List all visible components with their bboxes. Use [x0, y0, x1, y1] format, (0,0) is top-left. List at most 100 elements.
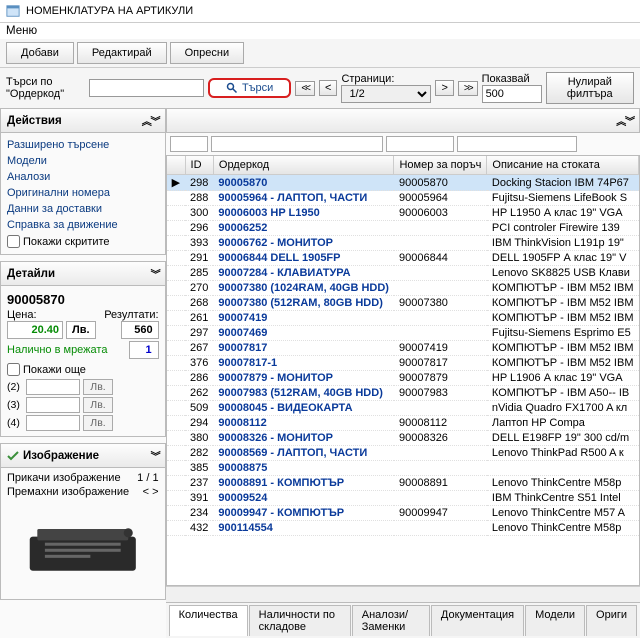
cell-ordercode[interactable]: 90007284 - КЛАВИАТУРА — [213, 266, 394, 281]
row-selector[interactable] — [167, 401, 185, 416]
cell-ordercode[interactable]: 90007380 (512RAM, 80GB HDD) — [213, 296, 394, 311]
table-row[interactable]: 50990008045 - ВИДЕОКАРТАnVidia Quadro FX… — [167, 401, 639, 416]
row-selector[interactable] — [167, 341, 185, 356]
prev-page-button[interactable]: < — [319, 80, 337, 96]
edit-button[interactable]: Редактирай — [77, 42, 167, 64]
cell-ordercode[interactable]: 90008875 — [213, 461, 394, 476]
filter-id-input[interactable] — [170, 136, 208, 152]
column-header[interactable]: ID — [185, 156, 213, 175]
show-input[interactable] — [482, 85, 542, 103]
cell-ordercode[interactable]: 90009524 — [213, 491, 394, 506]
row-selector[interactable] — [167, 236, 185, 251]
cell-ordercode[interactable]: 90005964 - ЛАПТОП, ЧАСТИ — [213, 191, 394, 206]
action-item[interactable]: Разширено търсене — [7, 137, 159, 153]
row-selector[interactable] — [167, 446, 185, 461]
cell-ordercode[interactable]: 90009947 - КОМПЮТЪР — [213, 506, 394, 521]
items-grid[interactable]: IDОрдеркодНомер за поръчОписание на сток… — [166, 155, 640, 586]
table-row[interactable]: 29190006844 DELL 1905FP90006844DELL 1905… — [167, 251, 639, 266]
cell-ordercode[interactable]: 90006844 DELL 1905FP — [213, 251, 394, 266]
last-page-button[interactable]: >> — [458, 81, 478, 96]
first-page-button[interactable]: << — [295, 81, 315, 96]
search-input[interactable] — [89, 79, 204, 97]
column-header[interactable]: Описание на стоката — [487, 156, 639, 175]
image-nav[interactable]: < > — [143, 486, 159, 498]
table-row[interactable]: 23790008891 - КОМПЮТЪР90008891Lenovo Thi… — [167, 476, 639, 491]
row-selector[interactable] — [167, 191, 185, 206]
table-row[interactable]: 28890005964 - ЛАПТОП, ЧАСТИ90005964Fujit… — [167, 191, 639, 206]
cell-ordercode[interactable]: 90007380 (1024RAM, 40GB HDD) — [213, 281, 394, 296]
row-selector[interactable]: ▶ — [167, 175, 185, 191]
row-selector[interactable] — [167, 491, 185, 506]
row-selector[interactable] — [167, 311, 185, 326]
table-row[interactable]: 26190007419КОМПЮТЪР - IBM M52 IBM — [167, 311, 639, 326]
table-row[interactable]: 37690007817-190007817КОМПЮТЪР - IBM M52 … — [167, 356, 639, 371]
refresh-button[interactable]: Опресни — [170, 42, 244, 64]
cell-ordercode[interactable]: 900114554 — [213, 521, 394, 536]
actions-header[interactable]: Действия ︽ ︾ — [0, 108, 166, 133]
cell-ordercode[interactable]: 90007469 — [213, 326, 394, 341]
row-selector[interactable] — [167, 386, 185, 401]
table-row[interactable]: 27090007380 (1024RAM, 40GB HDD)КОМПЮТЪР … — [167, 281, 639, 296]
row-selector[interactable] — [167, 221, 185, 236]
table-row[interactable]: 28590007284 - КЛАВИАТУРАLenovo SK8825 US… — [167, 266, 639, 281]
row-selector[interactable] — [167, 506, 185, 521]
table-row[interactable]: ▶2989000587090005870Docking Stacion IBM … — [167, 175, 639, 191]
details-header[interactable]: Детайли ︾ — [0, 261, 166, 286]
cell-ordercode[interactable]: 90008891 - КОМПЮТЪР — [213, 476, 394, 491]
cell-ordercode[interactable]: 90007817 — [213, 341, 394, 356]
extra-price-input[interactable] — [26, 397, 80, 413]
row-selector[interactable] — [167, 461, 185, 476]
cell-ordercode[interactable]: 90008569 - ЛАПТОП, ЧАСТИ — [213, 446, 394, 461]
row-selector[interactable] — [167, 281, 185, 296]
menu-root[interactable]: Меню — [6, 25, 37, 37]
cell-ordercode[interactable]: 90007817-1 — [213, 356, 394, 371]
table-row[interactable]: 26890007380 (512RAM, 80GB HDD)90007380КО… — [167, 296, 639, 311]
row-selector[interactable] — [167, 356, 185, 371]
image-header[interactable]: Изображение ︾ — [0, 443, 166, 468]
cell-ordercode[interactable]: 90008112 — [213, 416, 394, 431]
action-item[interactable]: Данни за доставки — [7, 201, 159, 217]
action-item[interactable]: Оригинални номера — [7, 185, 159, 201]
action-item[interactable]: Модели — [7, 153, 159, 169]
column-header[interactable]: Номер за поръч — [394, 156, 487, 175]
cell-ordercode[interactable]: 90007879 - МОНИТОР — [213, 371, 394, 386]
column-header[interactable] — [167, 156, 185, 175]
bottom-tab[interactable]: Модели — [525, 605, 585, 636]
cell-ordercode[interactable]: 90006762 - МОНИТОР — [213, 236, 394, 251]
row-selector[interactable] — [167, 266, 185, 281]
row-selector[interactable] — [167, 326, 185, 341]
reset-filters-button[interactable]: Нулирай филтъра — [546, 72, 634, 104]
table-row[interactable]: 30090006003 HP L195090006003HP L1950 А к… — [167, 206, 639, 221]
row-selector[interactable] — [167, 296, 185, 311]
attach-image-link[interactable]: Прикачи изображение — [7, 472, 121, 484]
row-selector[interactable] — [167, 251, 185, 266]
table-row[interactable]: 2949000811290008112Лаптоп HP Compa — [167, 416, 639, 431]
bottom-tab[interactable]: Ориги — [586, 605, 637, 636]
cell-ordercode[interactable]: 90007983 (512RAM, 40GB HDD) — [213, 386, 394, 401]
action-item[interactable]: Аналози — [7, 169, 159, 185]
page-select[interactable]: 1/2 — [341, 85, 431, 103]
table-row[interactable]: 29690006252PCI controler Firewire 139 — [167, 221, 639, 236]
next-page-button[interactable]: > — [435, 80, 453, 96]
row-selector[interactable] — [167, 416, 185, 431]
column-header[interactable]: Ордеркод — [213, 156, 394, 175]
horizontal-scrollbar[interactable] — [166, 586, 640, 602]
remove-image-link[interactable]: Премахни изображение — [7, 486, 129, 498]
table-row[interactable]: 432900114554Lenovo ThinkCentre M58p — [167, 521, 639, 536]
show-more-checkbox[interactable] — [7, 363, 20, 376]
table-row[interactable]: 39190009524IBM ThinkCentre S51 Intel — [167, 491, 639, 506]
row-selector[interactable] — [167, 371, 185, 386]
table-row[interactable]: 26290007983 (512RAM, 40GB HDD)90007983КО… — [167, 386, 639, 401]
bottom-tab[interactable]: Аналози/Заменки — [352, 605, 430, 636]
bottom-tab[interactable]: Количества — [169, 605, 248, 636]
filter-desc-input[interactable] — [457, 136, 577, 152]
search-button[interactable]: Търси — [208, 78, 291, 98]
cell-ordercode[interactable]: 90008326 - МОНИТОР — [213, 431, 394, 446]
table-row[interactable]: 38590008875 — [167, 461, 639, 476]
row-selector[interactable] — [167, 521, 185, 536]
table-row[interactable]: 2679000781790007419КОМПЮТЪР - IBM M52 IB… — [167, 341, 639, 356]
cell-ordercode[interactable]: 90008045 - ВИДЕОКАРТА — [213, 401, 394, 416]
cell-ordercode[interactable]: 90006252 — [213, 221, 394, 236]
row-selector[interactable] — [167, 206, 185, 221]
table-row[interactable]: 38090008326 - МОНИТОР90008326DELL E198FP… — [167, 431, 639, 446]
